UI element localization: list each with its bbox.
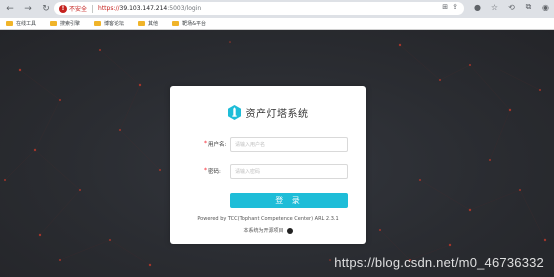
translate-icon[interactable]: ⊞ (442, 3, 448, 11)
username-label: 用户名: (208, 142, 227, 148)
url-path: :5003/login (167, 5, 202, 12)
required-mark: * (204, 140, 207, 147)
required-mark: * (204, 167, 207, 174)
address-divider (92, 4, 94, 13)
bookmark-label: 搜索引擎 (60, 21, 81, 27)
bookmark-folder[interactable]: 博客论坛 (94, 20, 124, 27)
address-actions: ⊞ ⇪ (442, 3, 458, 11)
username-row: * 用户名: (170, 137, 366, 152)
bookmark-star-icon[interactable]: ☆ (490, 3, 499, 12)
extensions-icon[interactable]: ⧉ (524, 2, 533, 12)
folder-icon (50, 21, 58, 26)
app-title: 资产灯塔系统 (245, 108, 309, 120)
bookmarks-bar: 在线工具 搜索引擎 博客论坛 其他 靶场&平台 (0, 18, 554, 30)
folder-icon (6, 21, 13, 26)
reload-icon[interactable]: ↻ (38, 1, 54, 17)
url-scheme: https:// (98, 5, 120, 12)
github-icon[interactable] (286, 227, 293, 234)
forward-icon[interactable]: → (20, 1, 36, 17)
history-icon[interactable]: ⟲ (507, 3, 516, 12)
watermark: https://blog.csdn.net/m0_46736332 (334, 255, 544, 270)
password-input[interactable] (230, 164, 348, 179)
app-header: 资产灯塔系统 (170, 104, 366, 120)
back-icon[interactable]: ← (2, 1, 18, 17)
login-button[interactable]: 登 录 (230, 193, 348, 208)
incognito-icon[interactable]: ● (473, 3, 482, 12)
bookmark-folder[interactable]: 搜索引擎 (50, 20, 80, 27)
bookmark-label: 靶场&平台 (182, 21, 206, 27)
share-icon[interactable]: ⇪ (452, 3, 458, 11)
powered-by-text: Powered by TCC(Tophant Competence Center… (197, 216, 339, 222)
url-host: 39.103.147.214 (119, 5, 168, 12)
folder-icon (138, 21, 146, 26)
username-input[interactable] (230, 137, 348, 152)
password-label: 密码: (208, 169, 221, 175)
profile-icon[interactable]: ◉ (541, 3, 550, 12)
password-row: * 密码: (170, 164, 366, 179)
warning-icon: ! (59, 4, 67, 13)
bookmark-folder[interactable]: 在线工具 (6, 20, 36, 27)
open-source-label: 本系统为开源项目 (243, 228, 284, 234)
open-source-note: 本系统为开源项目 (170, 227, 366, 234)
address-bar[interactable]: ! 不安全 https:// 39.103.147.214 :5003/logi… (54, 2, 464, 15)
bookmark-folder[interactable]: 其他 (138, 20, 158, 27)
bookmark-label: 博客论坛 (104, 21, 125, 27)
login-page: 资产灯塔系统 * 用户名: * 密码: 登 录 Powered by TCC(T… (0, 30, 554, 277)
folder-icon (172, 21, 180, 26)
login-card: 资产灯塔系统 * 用户名: * 密码: 登 录 Powered by TCC(T… (170, 86, 366, 244)
bookmark-folder[interactable]: 靶场&平台 (172, 20, 206, 27)
lighthouse-logo-icon (227, 104, 241, 120)
security-warning[interactable]: ! 不安全 (59, 4, 87, 13)
bookmark-label: 在线工具 (16, 21, 37, 27)
security-warning-label: 不安全 (69, 6, 88, 13)
bookmark-label: 其他 (148, 21, 159, 27)
toolbar-actions: ● ☆ ⟲ ⧉ ◉ (473, 2, 550, 12)
browser-toolbar: ← → ↻ ! 不安全 https:// 39.103.147.214 :500… (0, 0, 554, 18)
folder-icon (94, 21, 102, 26)
